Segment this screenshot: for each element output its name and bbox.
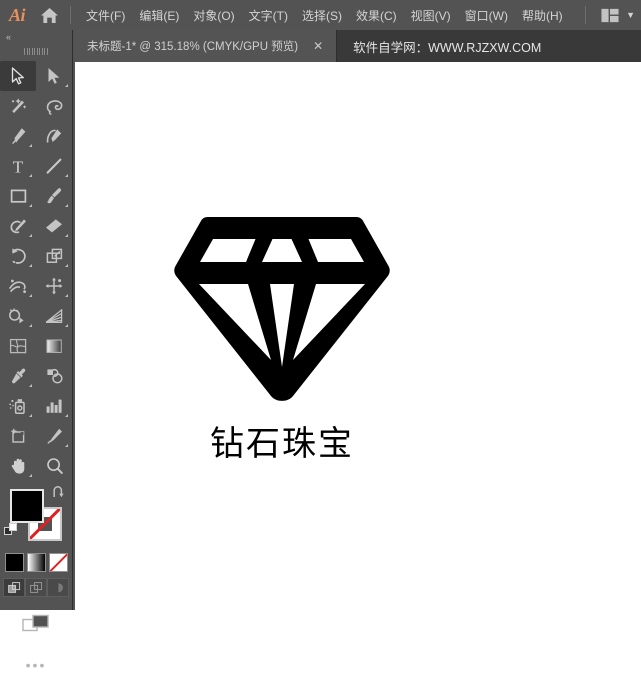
screen-mode-icon[interactable] <box>0 613 72 635</box>
fill-stroke-controls <box>0 485 72 551</box>
perspective-grid-tool[interactable] <box>36 301 72 331</box>
illustrator-window: Ai 文件(F) 编辑(E) 对象(O) 文字(T) 选择(S) 效果(C) 视… <box>0 0 641 673</box>
diamond-jewelry-logo[interactable]: 钻石珠宝 <box>172 205 392 461</box>
draw-normal-button[interactable] <box>3 578 25 597</box>
flyout-indicator-icon <box>29 204 32 207</box>
flyout-indicator-icon <box>29 294 32 297</box>
menu-divider <box>70 6 71 24</box>
free-transform-tool[interactable] <box>36 271 72 301</box>
menu-item-window[interactable]: 窗口(W) <box>458 4 515 27</box>
shape-builder-tool[interactable] <box>0 301 36 331</box>
document-tab-bar: 未标题-1* @ 315.18% (CMYK/GPU 预览) ✕ 软件自学网：W… <box>75 30 641 62</box>
selection-tool[interactable] <box>0 61 36 91</box>
drawing-mode-row <box>0 578 72 597</box>
chevron-down-icon[interactable]: ▼ <box>626 10 635 20</box>
panel-drag-handle[interactable] <box>0 44 72 58</box>
direct-selection-tool[interactable] <box>36 61 72 91</box>
menu-divider-right <box>585 6 587 24</box>
flyout-indicator-icon <box>29 324 32 327</box>
gradient-mode-button[interactable] <box>26 553 46 572</box>
paint-mode-row <box>0 553 72 572</box>
flyout-indicator-icon <box>65 294 68 297</box>
document-tab[interactable]: 未标题-1* @ 315.18% (CMYK/GPU 预览) ✕ <box>75 30 338 62</box>
menu-item-select[interactable]: 选择(S) <box>295 4 349 27</box>
menu-bar: Ai 文件(F) 编辑(E) 对象(O) 文字(T) 选择(S) 效果(C) 视… <box>0 0 641 30</box>
tool-grid: T <box>0 58 72 481</box>
flyout-indicator-icon <box>29 414 32 417</box>
flyout-indicator-icon <box>29 234 32 237</box>
more-tools-button[interactable]: ••• <box>0 657 72 673</box>
flyout-indicator-icon <box>29 174 32 177</box>
menu-item-help[interactable]: 帮助(H) <box>515 4 570 27</box>
artboard-canvas[interactable]: 钻石珠宝 <box>75 62 641 610</box>
line-segment-tool[interactable] <box>36 151 72 181</box>
draw-inside-button[interactable] <box>47 578 69 597</box>
tools-panel: « T ••• <box>0 30 73 673</box>
color-mode-button[interactable] <box>4 553 24 572</box>
flyout-indicator-icon <box>65 174 68 177</box>
flyout-indicator-icon <box>65 204 68 207</box>
curvature-tool[interactable] <box>36 121 72 151</box>
symbol-sprayer-tool[interactable] <box>0 391 36 421</box>
zoom-tool[interactable] <box>36 451 72 481</box>
artboard-tool[interactable] <box>0 421 36 451</box>
menu-item-type[interactable]: 文字(T) <box>242 4 295 27</box>
type-tool[interactable]: T <box>0 151 36 181</box>
magic-wand-tool[interactable] <box>0 91 36 121</box>
column-graph-tool[interactable] <box>36 391 72 421</box>
flyout-indicator-icon <box>29 264 32 267</box>
paintbrush-tool[interactable] <box>36 181 72 211</box>
shaper-tool[interactable] <box>0 211 36 241</box>
flyout-indicator-icon <box>65 324 68 327</box>
eyedropper-tool[interactable] <box>0 361 36 391</box>
home-icon[interactable] <box>34 7 64 24</box>
flyout-indicator-icon <box>65 264 68 267</box>
flyout-indicator-icon <box>29 474 32 477</box>
none-slash-icon <box>49 554 67 571</box>
svg-text:T: T <box>13 158 24 176</box>
workspace-controls: ▼ <box>579 0 635 30</box>
hand-tool[interactable] <box>0 451 36 481</box>
menu-items: 文件(F) 编辑(E) 对象(O) 文字(T) 选择(S) 效果(C) 视图(V… <box>79 4 570 27</box>
fill-swatch[interactable] <box>10 489 44 523</box>
menu-item-edit[interactable]: 编辑(E) <box>132 4 186 27</box>
width-tool[interactable] <box>0 271 36 301</box>
flyout-indicator-icon <box>29 384 32 387</box>
app-logo: Ai <box>8 4 26 25</box>
rotate-tool[interactable] <box>0 241 36 271</box>
menu-item-view[interactable]: 视图(V) <box>404 4 458 27</box>
blend-tool[interactable] <box>36 361 72 391</box>
flyout-indicator-icon <box>65 414 68 417</box>
eraser-tool[interactable] <box>36 211 72 241</box>
scale-tool[interactable] <box>36 241 72 271</box>
menu-item-file[interactable]: 文件(F) <box>79 4 132 27</box>
menu-item-object[interactable]: 对象(O) <box>186 4 241 27</box>
rectangle-tool[interactable] <box>0 181 36 211</box>
gradient-tool[interactable] <box>36 331 72 361</box>
default-fill-stroke-icon[interactable] <box>4 523 18 542</box>
panel-collapse-icon[interactable]: « <box>0 30 72 44</box>
lasso-tool[interactable] <box>36 91 72 121</box>
close-icon[interactable]: ✕ <box>310 40 326 52</box>
flyout-indicator-icon <box>65 444 68 447</box>
mesh-tool[interactable] <box>0 331 36 361</box>
promo-text: 软件自学网：WWW.RJZXW.COM <box>353 40 542 55</box>
flyout-indicator-icon <box>65 234 68 237</box>
logo-caption: 钻石珠宝 <box>210 424 354 464</box>
swap-fill-stroke-icon[interactable] <box>51 486 65 504</box>
document-tab-label: 未标题-1* @ 315.18% (CMYK/GPU 预览) <box>87 41 299 53</box>
pen-tool[interactable] <box>0 121 36 151</box>
draw-behind-button[interactable] <box>25 578 47 597</box>
flyout-indicator-icon <box>29 144 32 147</box>
diamond-outline-icon <box>174 217 390 401</box>
menu-item-effect[interactable]: 效果(C) <box>349 4 404 27</box>
slice-tool[interactable] <box>36 421 72 451</box>
none-mode-button[interactable] <box>48 553 68 572</box>
flyout-indicator-icon <box>65 84 68 87</box>
workspace-layout-icon[interactable] <box>601 8 619 23</box>
